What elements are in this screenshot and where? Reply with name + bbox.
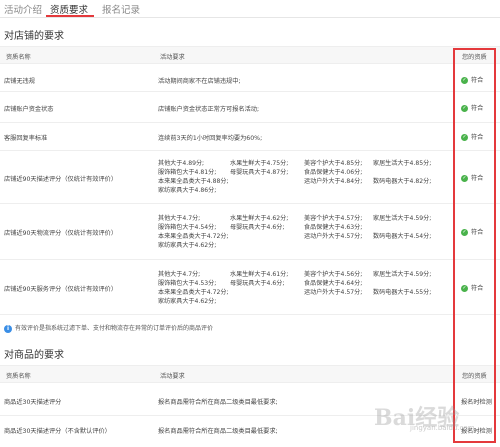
row-name: 店铺无违规: [4, 78, 35, 85]
grid-cell: 本来果全品类大于4.72分;: [158, 233, 229, 240]
tab-qualification[interactable]: 资质要求: [50, 2, 88, 16]
grid-cell: 服饰箱包大于4.81分;: [158, 169, 217, 176]
header-req: 活动要求: [160, 373, 185, 380]
info-icon: i: [4, 325, 12, 333]
grid-cell: 运动户外大于4.57分;: [304, 233, 363, 240]
tab-activity-intro[interactable]: 活动介绍: [4, 2, 42, 16]
row-name: 店铺近90天服务评分（仅统计有效评价）: [4, 286, 118, 293]
grid-cell: 母婴玩具大于4.6分;: [230, 224, 285, 231]
grid-cell: 母婴玩具大于4.87分;: [230, 169, 289, 176]
grid-cell: 家纺家具大于4.62分;: [158, 242, 217, 249]
grid-cell: 数码电器大于4.55分;: [373, 289, 432, 296]
table-row: 店铺近90天描述评分（仅统计有效评价） 其他大于4.89分; 水果生鲜大于4.7…: [0, 151, 500, 204]
grid-cell: 其他大于4.89分;: [158, 160, 205, 167]
grid-cell: 家纺家具大于4.62分;: [158, 298, 217, 305]
row-req: 报名商品需符合所在商品二级类目最低要求;: [158, 428, 278, 435]
grid-cell: 运动户外大于4.84分;: [304, 178, 363, 185]
grid-cell: 水果生鲜大于4.75分;: [230, 160, 289, 167]
product-table-header: 资质名称 活动要求 您的资质: [0, 365, 500, 383]
table-row: 店铺账户资金状态 店铺账户资金状态正常方可报名活动; ✓ 符合: [0, 92, 500, 123]
row-name: 店铺近90天描述评分（仅统计有效评价）: [4, 176, 118, 183]
grid-cell: 本来果全品类大于4.72分;: [158, 289, 229, 296]
grid-cell: 本来果全品类大于4.88分;: [158, 178, 229, 185]
tab-signup-records[interactable]: 报名记录: [102, 2, 140, 16]
grid-cell: 家居生活大于4.59分;: [373, 271, 432, 278]
grid-cell: 家居生活大于4.85分;: [373, 160, 432, 167]
header-req: 活动要求: [160, 54, 185, 61]
grid-cell: 其他大于4.7分;: [158, 215, 201, 222]
grid-cell: 美容个护大于4.57分;: [304, 215, 363, 222]
grid-cell: 数码电器大于4.82分;: [373, 178, 432, 185]
row-name: 店铺近90天物流评分（仅统计有效评价）: [4, 230, 118, 237]
grid-cell: 食品保健大于4.64分;: [304, 280, 363, 287]
grid-cell: 服饰箱包大于4.53分;: [158, 280, 217, 287]
shop-section-title: 对店铺的要求: [4, 31, 64, 42]
row-req: 活动期间商家不在店铺违规中;: [158, 78, 241, 85]
tab-bar: 活动介绍 资质要求 报名记录: [0, 0, 500, 18]
grid-cell: 家居生活大于4.59分;: [373, 215, 432, 222]
grid-cell: 水果生鲜大于4.62分;: [230, 215, 289, 222]
grid-cell: 水果生鲜大于4.61分;: [230, 271, 289, 278]
table-row: 客服回复率标准 连续前3天的1小时回复率均要为60%; ✓ 符合: [0, 123, 500, 151]
shop-table-header: 资质名称 活动要求 您的资质: [0, 46, 500, 64]
table-row: 店铺近90天物流评分（仅统计有效评价） 其他大于4.7分; 水果生鲜大于4.62…: [0, 204, 500, 260]
valid-review-note: i 有效评价是指系统过滤下单、支付和物流存在异常的订单评价后的商品评价: [4, 323, 213, 333]
grid-cell: 运动户外大于4.57分;: [304, 289, 363, 296]
header-name: 资质名称: [6, 54, 31, 61]
active-tab-indicator: [46, 15, 94, 17]
row-name: 商品近30天描述评分（不含默认评价）: [4, 428, 111, 435]
grid-cell: 母婴玩具大于4.6分;: [230, 280, 285, 287]
table-row: 店铺近90天服务评分（仅统计有效评价） 其他大于4.7分; 水果生鲜大于4.61…: [0, 260, 500, 315]
row-name: 商品近30天描述评分: [4, 399, 62, 406]
grid-cell: 食品保健大于4.06分;: [304, 169, 363, 176]
header-name: 资质名称: [6, 373, 31, 380]
watermark-url: jingyan.baidu.com: [410, 424, 475, 432]
grid-cell: 数码电器大于4.54分;: [373, 233, 432, 240]
row-req: 店铺账户资金状态正常方可报名活动;: [158, 106, 260, 113]
grid-cell: 美容个护大于4.85分;: [304, 160, 363, 167]
grid-cell: 美容个护大于4.56分;: [304, 271, 363, 278]
highlight-frame: [453, 48, 496, 443]
table-row: 店铺无违规 活动期间商家不在店铺违规中; ✓ 符合: [0, 65, 500, 92]
row-name: 客服回复率标准: [4, 135, 48, 142]
grid-cell: 其他大于4.7分;: [158, 271, 201, 278]
grid-cell: 服饰箱包大于4.54分;: [158, 224, 217, 231]
product-section-title: 对商品的要求: [4, 350, 64, 361]
row-req: 报名商品需符合所在商品二级类目最低要求;: [158, 399, 278, 406]
row-name: 店铺账户资金状态: [4, 106, 54, 113]
grid-cell: 家纺家具大于4.86分;: [158, 187, 217, 194]
row-req: 连续前3天的1小时回复率均要为60%;: [158, 135, 263, 142]
grid-cell: 食品保健大于4.63分;: [304, 224, 363, 231]
